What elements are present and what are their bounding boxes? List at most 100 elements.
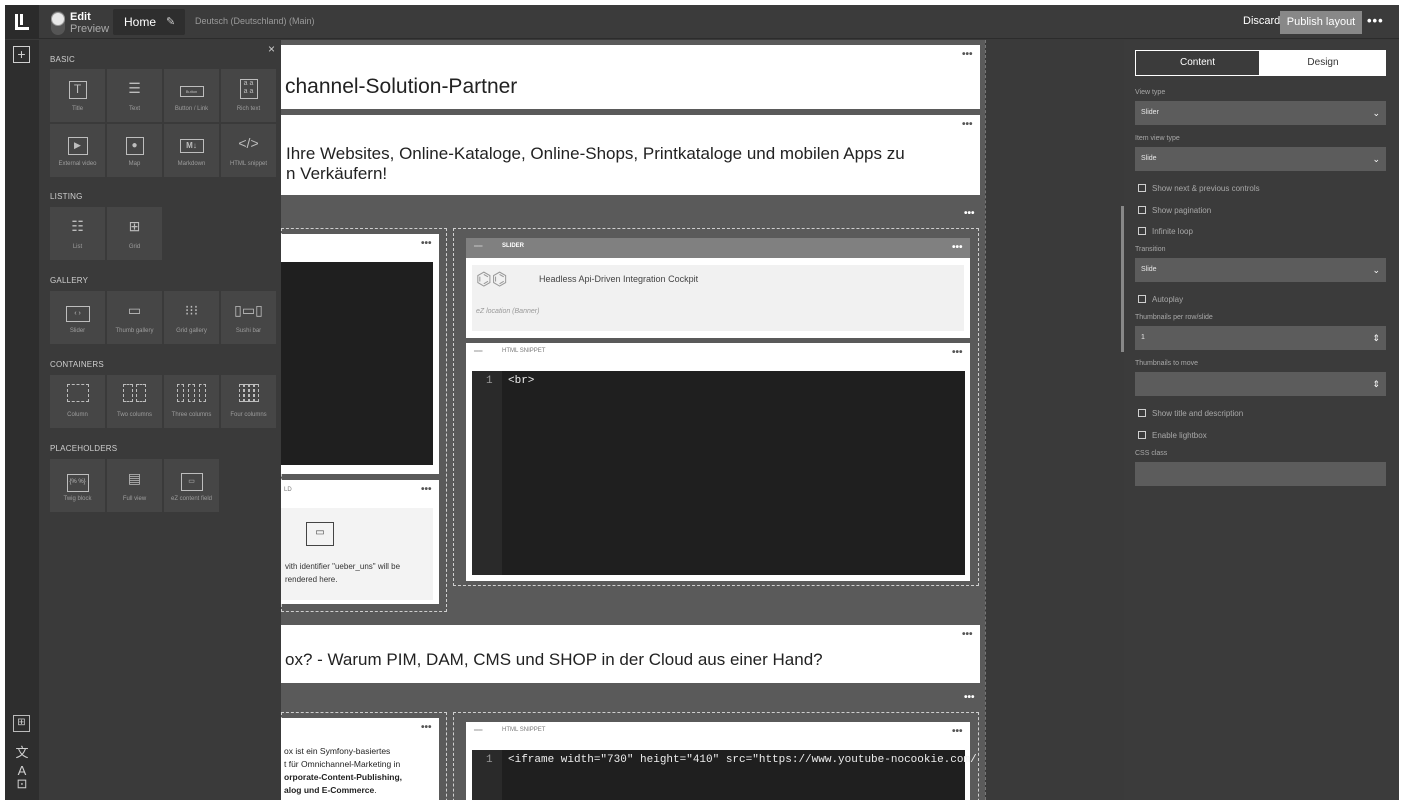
palette-button-link[interactable]: Button Button / Link xyxy=(164,69,219,122)
thumbs-to-move-input[interactable]: ⇕ xyxy=(1135,372,1386,396)
translate-icon[interactable]: 文A xyxy=(13,744,31,778)
content-field-icon: ▭ xyxy=(164,468,219,491)
close-palette-icon[interactable]: × xyxy=(268,42,275,56)
thumbs-per-row-input[interactable]: 1 ⇕ xyxy=(1135,326,1386,350)
slider-block[interactable]: ══ SLIDER ••• ⌬⌬ Headless Api-Driven Int… xyxy=(466,238,970,338)
block-menu-icon[interactable]: ••• xyxy=(952,242,963,253)
palette-three-columns[interactable]: Three columns xyxy=(164,375,219,428)
palette-slider[interactable]: ‹ › Slider xyxy=(50,291,105,344)
left-rail: + ⊞ 文A ⊡ xyxy=(5,40,39,800)
html-snippet-block-1[interactable]: ══ HTML SNIPPET ••• 1 <br> xyxy=(466,343,970,581)
grid-gallery-icon: ⁝⁝⁝ xyxy=(184,302,199,318)
map-pin-icon: ● xyxy=(107,133,162,155)
block-menu-icon[interactable]: ••• xyxy=(962,49,973,60)
palette-grid[interactable]: ⊞ Grid xyxy=(107,207,162,260)
block-menu-icon[interactable]: ••• xyxy=(421,484,432,495)
drag-handle-icon[interactable]: ══ xyxy=(474,349,483,355)
layout-canvas: channel-Solution-Partner ••• Ihre Websit… xyxy=(281,40,985,800)
line-number: 1 xyxy=(486,754,493,766)
palette-full-view[interactable]: ▤ Full view xyxy=(107,459,162,512)
html-snippet-block-2[interactable]: ══ HTML SNIPPET ••• 1 <iframe width="730… xyxy=(466,722,977,800)
add-block-icon[interactable]: + xyxy=(13,46,30,63)
title-block-2[interactable]: Ihre Websites, Online-Kataloge, Online-S… xyxy=(281,115,980,195)
category-placeholders: PLACEHOLDERS xyxy=(50,444,118,453)
code-text[interactable]: <iframe width="730" height="410" src="ht… xyxy=(508,754,977,766)
css-class-input[interactable] xyxy=(1135,462,1386,486)
drag-handle-icon[interactable]: ══ xyxy=(474,728,483,734)
block-menu-icon[interactable]: ••• xyxy=(421,722,432,733)
block-menu-icon[interactable]: ••• xyxy=(962,119,973,130)
palette-column[interactable]: Column xyxy=(50,375,105,428)
stepper-icon[interactable]: ⇕ xyxy=(1372,372,1380,396)
select-value: Slide xyxy=(1141,266,1157,273)
code-text[interactable]: <br> xyxy=(508,375,534,387)
content-field-block[interactable]: LD ••• ▭ vith identifier "ueber_uns" wil… xyxy=(281,480,439,604)
app-logo[interactable] xyxy=(5,5,39,39)
palette-map[interactable]: ● Map xyxy=(107,124,162,177)
layout-icon[interactable]: ⊞ xyxy=(13,715,30,732)
view-type-select[interactable]: Slider ⌄ xyxy=(1135,101,1386,125)
show-controls-label: Show next & previous controls xyxy=(1152,184,1260,193)
thumb-gallery-icon: ▭ xyxy=(127,302,142,318)
block-menu-icon[interactable]: ••• xyxy=(421,238,432,249)
item-view-type-select[interactable]: Slide ⌄ xyxy=(1135,147,1386,171)
banner-thumbnail-icon: ⌬⌬ xyxy=(476,269,508,289)
pencil-icon[interactable]: ✎ xyxy=(166,15,175,28)
widget-type-label: SLIDER xyxy=(502,243,525,249)
locale-label[interactable]: Deutsch (Deutschland) (Main) xyxy=(195,16,315,26)
code-editor-2[interactable]: 1 <iframe width="730" height="410" src="… xyxy=(472,750,977,800)
enable-lightbox-checkbox[interactable] xyxy=(1138,431,1146,439)
container-menu-icon[interactable]: ••• xyxy=(964,208,975,219)
code-gutter xyxy=(472,371,502,575)
infinite-loop-checkbox[interactable] xyxy=(1138,227,1146,235)
rich-text-block[interactable]: ••• ox ist ein Symfony-basiertes t für O… xyxy=(281,718,439,800)
show-controls-checkbox[interactable] xyxy=(1138,184,1146,192)
block-menu-icon[interactable]: ••• xyxy=(962,629,973,640)
edit-preview-toggle[interactable]: Edit Preview xyxy=(51,10,109,36)
block-menu-icon[interactable]: ••• xyxy=(952,726,963,737)
line-number: 1 xyxy=(486,375,493,387)
top-bar: Edit Preview Home ✎ Deutsch (Deutschland… xyxy=(5,5,1399,39)
slider-header: ══ SLIDER ••• xyxy=(466,238,970,258)
publish-layout-button[interactable]: Publish layout xyxy=(1280,11,1362,34)
title-block-3[interactable]: ox? - Warum PIM, DAM, CMS und SHOP in de… xyxy=(281,625,980,683)
drag-handle-icon[interactable]: ══ xyxy=(474,244,483,250)
more-menu-icon[interactable]: ••• xyxy=(1367,13,1384,28)
palette-list[interactable]: ☷ List xyxy=(50,207,105,260)
structure-icon[interactable]: ⊡ xyxy=(13,775,31,793)
palette-title[interactable]: T Title xyxy=(50,69,105,122)
tab-content[interactable]: Content xyxy=(1135,50,1260,76)
palette-four-columns[interactable]: Four columns xyxy=(221,375,276,428)
palette-two-columns[interactable]: Two columns xyxy=(107,375,162,428)
palette-markdown[interactable]: M↓ Markdown xyxy=(164,124,219,177)
palette-rich-text[interactable]: a aa a Rich text xyxy=(221,69,276,122)
palette-twig-block[interactable]: {% %} Twig block xyxy=(50,459,105,512)
page-tab[interactable]: Home ✎ xyxy=(113,9,185,35)
code-editor-1[interactable]: 1 <br> xyxy=(472,371,965,575)
palette-html-snippet[interactable]: </> HTML snippet xyxy=(221,124,276,177)
show-title-description-checkbox[interactable] xyxy=(1138,409,1146,417)
palette-sushi-bar[interactable]: ▯▭▯ Sushi bar xyxy=(221,291,276,344)
autoplay-checkbox[interactable] xyxy=(1138,295,1146,303)
palette-grid-gallery[interactable]: ⁝⁝⁝ Grid gallery xyxy=(164,291,219,344)
stepper-icon[interactable]: ⇕ xyxy=(1372,326,1380,350)
show-pagination-checkbox[interactable] xyxy=(1138,206,1146,214)
slider-item[interactable]: ⌬⌬ Headless Api-Driven Integration Cockp… xyxy=(472,265,964,331)
container-menu-icon[interactable]: ••• xyxy=(964,692,975,703)
block-menu-icon[interactable]: ••• xyxy=(952,347,963,358)
chevron-down-icon: ⌄ xyxy=(1372,265,1380,275)
transition-select[interactable]: Slide ⌄ xyxy=(1135,258,1386,282)
palette-ez-content-field[interactable]: ▭ eZ content field xyxy=(164,459,219,512)
list-icon: ☷ xyxy=(71,218,84,234)
palette-external-video[interactable]: ▶ External video xyxy=(50,124,105,177)
field-preview: ▭ vith identifier "ueber_uns" will be ren… xyxy=(281,508,433,600)
palette-text[interactable]: ☰ Text xyxy=(107,69,162,122)
palette-item-label: Map xyxy=(128,161,141,167)
left-widget-1[interactable]: ••• xyxy=(281,234,439,474)
title-block-1[interactable]: channel-Solution-Partner ••• xyxy=(281,45,980,109)
four-columns-icon xyxy=(221,384,276,404)
discard-button[interactable]: Discard xyxy=(1243,15,1280,27)
palette-item-label: List xyxy=(72,244,83,250)
palette-thumb-gallery[interactable]: ▭ Thumb gallery xyxy=(107,291,162,344)
tab-design[interactable]: Design xyxy=(1260,50,1386,76)
